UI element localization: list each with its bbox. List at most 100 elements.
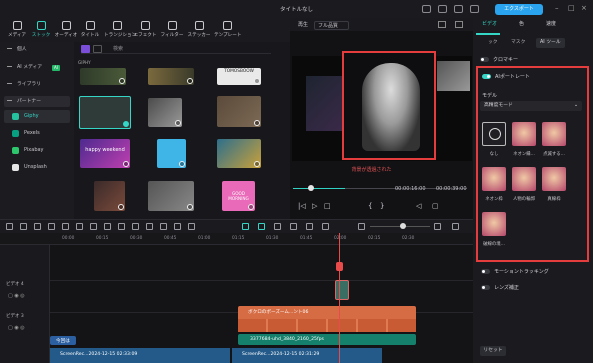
reset-button[interactable]: リセット [480,346,506,356]
mic-icon[interactable] [290,223,297,230]
effect-neon-edge[interactable] [512,122,536,146]
effect-flash[interactable] [542,122,566,146]
split-icon[interactable] [62,223,69,230]
sidebar-item-library[interactable]: ライブラリ [4,79,70,90]
close-icon[interactable]: × [581,4,587,12]
motion-icon[interactable] [160,223,167,230]
lens-correction-toggle[interactable] [481,285,490,290]
gif-thumb[interactable] [217,96,261,127]
gif-thumb[interactable]: GOOD MORNING [222,181,255,211]
track-controls[interactable]: ▢ ◉ ◎ [8,293,25,299]
subtab-mask[interactable]: マスク [507,38,529,48]
tab-stock[interactable]: ストック [28,18,54,42]
download-icon[interactable] [175,120,181,126]
gif-thumb[interactable] [80,68,126,85]
motion-tracking-toggle[interactable] [481,269,490,274]
partner-pixabay[interactable]: Pixabay [4,144,70,157]
zoom-in-icon[interactable] [434,223,441,230]
crop-icon[interactable] [76,223,83,230]
text-clip[interactable]: 今回は [50,336,76,345]
export-button[interactable]: エクスポート [495,4,543,15]
screen-record-clip[interactable]: ScreenRec...2024-12-15 02:31:29 [232,348,382,363]
download-icon[interactable] [254,120,260,126]
partner-giphy[interactable]: Giphy [4,110,70,123]
audio-icon[interactable] [146,223,153,230]
gif-thumb[interactable] [94,181,125,211]
keyframe-icon[interactable] [132,223,139,230]
cloud-icon[interactable] [422,5,431,13]
tab-transition[interactable]: トランジション [104,18,136,42]
tab-filters[interactable]: フィルター [159,18,185,42]
stop-icon[interactable]: □ [324,202,331,210]
delete-icon[interactable] [48,223,55,230]
redo-icon[interactable] [34,223,41,230]
maximize-icon[interactable]: □ [568,4,575,12]
download-icon[interactable] [248,204,254,210]
gif-thumb[interactable] [157,139,186,168]
color-icon[interactable] [118,223,125,230]
transform-icon[interactable] [174,223,181,230]
tab-video[interactable]: ビデオ [482,20,497,27]
download-icon[interactable] [179,161,185,167]
tab-color[interactable]: 色 [519,20,524,27]
tab-title[interactable]: タイトル [77,18,103,42]
filter-button[interactable] [81,45,90,53]
video-clip[interactable]: 3377684-uhd_3840_2160_25fps [238,334,416,345]
sidebar-item-ai-media[interactable]: AI メディア [4,62,70,73]
effect-solid-frame[interactable] [542,167,566,191]
subtab-ai-tools[interactable]: AI ツール [536,38,565,48]
tab-audio[interactable]: オーディオ [53,18,79,42]
headset-icon[interactable] [454,5,463,13]
download-icon[interactable] [119,78,125,84]
zoom-out-icon[interactable] [358,223,365,230]
more-icon[interactable] [188,223,195,230]
tab-effects[interactable]: エフェクト [132,18,158,42]
gif-thumb[interactable] [148,68,194,85]
tab-media[interactable]: メディア [4,18,30,42]
sidebar-item-personal[interactable]: 個人 [4,44,70,55]
download-icon[interactable] [123,161,129,167]
prev-frame-icon[interactable]: |◁ [298,202,306,210]
gif-thumb[interactable] [148,98,182,127]
playback-progress[interactable] [293,188,345,189]
subtab-lock[interactable]: ック [484,38,502,48]
mark-out-icon[interactable]: } [380,202,384,210]
download-icon[interactable] [187,78,193,84]
partner-unsplash[interactable]: Unsplash [4,161,70,174]
gif-thumb-selected[interactable] [79,96,131,129]
user-icon[interactable] [470,5,479,13]
playhead-handle[interactable] [336,262,343,271]
ai-portrait-toggle[interactable] [482,74,491,79]
grid-icon[interactable] [93,45,102,53]
magic-icon[interactable] [258,223,265,230]
text-icon[interactable] [104,223,111,230]
playhead[interactable] [339,233,340,363]
speed-icon[interactable] [90,223,97,230]
playback-handle[interactable] [308,185,314,191]
effect-dashed[interactable] [482,212,506,236]
settings-icon[interactable]: ▢ [432,202,439,210]
undo-icon[interactable] [20,223,27,230]
download-icon[interactable] [254,78,260,84]
download-icon[interactable] [118,204,124,210]
screen-record-clip[interactable]: ScreenRec...2024-12-15 02:33:09 [50,348,230,363]
download-icon[interactable] [254,161,260,167]
volume-icon[interactable]: ◁ [416,202,421,210]
snapshot-icon[interactable] [438,21,446,28]
chroma-key-toggle[interactable] [480,57,489,62]
track-controls[interactable]: ▢ ◉ ◎ [8,325,25,331]
render-icon[interactable] [274,223,281,230]
gif-thumb[interactable]: TOMOSBOOW [217,68,261,85]
select-tool-icon[interactable] [6,223,13,230]
zoom-handle[interactable] [400,223,406,229]
gif-thumb[interactable] [148,181,194,211]
snapshot-icon[interactable] [322,223,329,230]
minimize-icon[interactable]: – [555,4,559,12]
gift-icon[interactable] [438,5,447,13]
tab-stickers[interactable]: ステッカー [186,18,212,42]
timeline-ruler[interactable]: 00:00 00:15 00:30 00:45 01:00 01:15 01:3… [0,233,473,245]
fullscreen-icon[interactable] [455,21,463,28]
layout-icon[interactable] [452,223,459,230]
partner-pexels[interactable]: Pexels [4,127,70,140]
model-select[interactable]: 高精度モード ⌄ [480,101,582,111]
